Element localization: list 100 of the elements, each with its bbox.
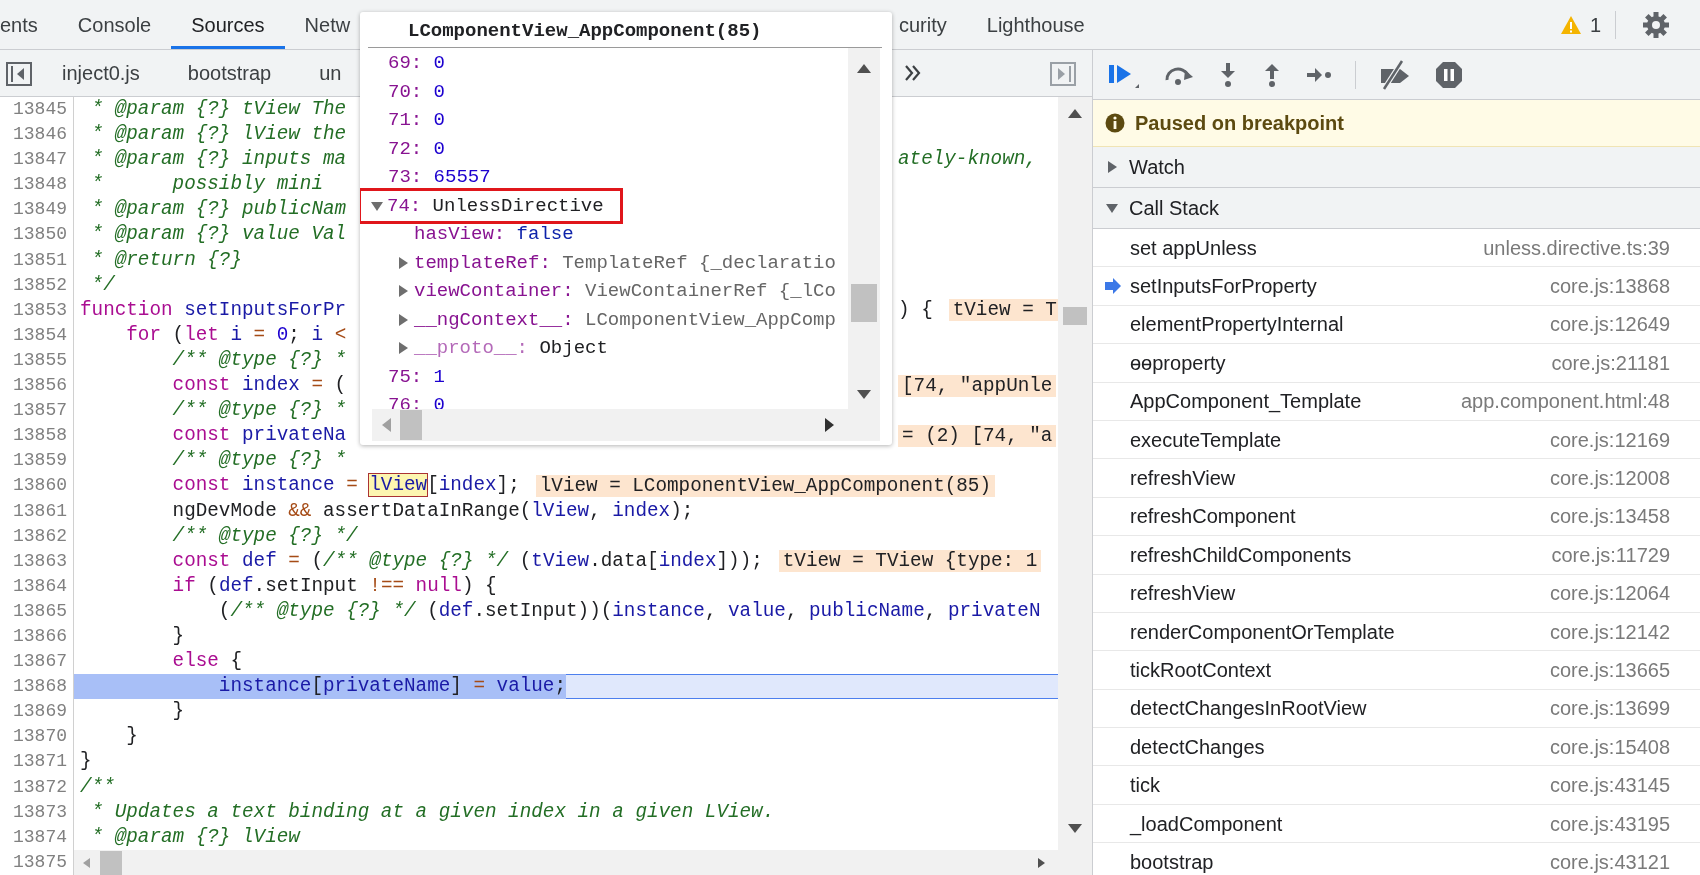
line-number: 13847 xyxy=(12,148,68,172)
vertical-scrollbar[interactable] xyxy=(848,48,880,409)
frame-name: _loadComponent xyxy=(1130,811,1283,838)
code-line: } xyxy=(80,749,92,775)
sidebar-toggle-icon[interactable] xyxy=(1050,62,1076,86)
settings-icon[interactable] xyxy=(1642,11,1670,39)
code-line: /** @type {?} */ xyxy=(171,523,358,549)
code-line: /** @type {?} * xyxy=(171,398,347,424)
code-line: * @param {?} tView The xyxy=(90,97,347,122)
line-number: 13868 xyxy=(12,675,68,699)
line-number: 13855 xyxy=(12,348,68,372)
code-line: * possibly mini xyxy=(90,172,323,198)
property-value: false xyxy=(516,222,574,247)
frame-name: bootstrap xyxy=(1130,849,1214,875)
scroll-down-arrow-icon[interactable] xyxy=(1067,823,1083,835)
line-number: 13870 xyxy=(12,725,68,749)
pause-on-exceptions-icon[interactable] xyxy=(1434,59,1464,90)
more-tabs-icon[interactable] xyxy=(904,64,922,82)
line-number: 13867 xyxy=(12,650,68,674)
line-number: 13846 xyxy=(12,123,68,147)
scroll-down-arrow-icon[interactable] xyxy=(856,389,872,401)
line-number: 13848 xyxy=(12,173,68,197)
frame-location[interactable]: core.js:12169 xyxy=(1549,424,1670,455)
frame-location[interactable]: core.js:21181 xyxy=(1551,347,1670,378)
frame-location[interactable]: app.component.html:48 xyxy=(1460,386,1670,417)
line-number: 13863 xyxy=(12,549,68,573)
code-line: ately-known, xyxy=(898,147,1037,173)
property-value: 0 xyxy=(433,51,445,76)
property-key: 72: xyxy=(388,134,423,163)
line-number: 13853 xyxy=(12,298,68,322)
property-value: TemplateRef {_declaratio xyxy=(562,250,836,276)
scroll-up-arrow-icon[interactable] xyxy=(1067,107,1083,119)
expand-triangle-icon[interactable] xyxy=(398,342,410,355)
scroll-right-arrow-icon[interactable] xyxy=(824,417,836,433)
line-number: 13874 xyxy=(12,825,68,849)
file-tab[interactable]: un xyxy=(295,50,342,96)
frame-location[interactable]: core.js:12064 xyxy=(1549,578,1670,609)
vertical-scrollbar[interactable] xyxy=(1058,97,1092,875)
panel-tab[interactable]: curity xyxy=(899,0,967,49)
frame-location[interactable]: core.js:11729 xyxy=(1551,539,1670,570)
expand-triangle-icon[interactable] xyxy=(398,285,410,298)
property-value: 1 xyxy=(433,364,445,390)
frame-location[interactable]: core.js:13458 xyxy=(1549,501,1670,532)
collapse-triangle-icon[interactable] xyxy=(371,199,383,212)
frame-location[interactable]: core.js:12008 xyxy=(1549,463,1670,494)
file-tab[interactable]: inject0.js xyxy=(38,50,164,96)
frame-location[interactable]: core.js:43121 xyxy=(1549,846,1670,875)
panel-tab[interactable]: ents xyxy=(0,0,58,49)
inline-value: = (2) [74, "a xyxy=(898,424,1057,447)
section-header[interactable]: Call Stack xyxy=(1093,188,1700,229)
code-line: * @param {?} lView xyxy=(90,824,300,850)
frame-location[interactable]: core.js:43145 xyxy=(1549,770,1670,801)
inline-value: [74, "appUnle xyxy=(898,374,1057,397)
frame-location[interactable]: core.js:15408 xyxy=(1549,731,1670,762)
line-number: 13869 xyxy=(12,700,68,724)
warning-count[interactable]: 1 xyxy=(1589,9,1601,40)
code-line: else { xyxy=(171,649,242,675)
section-header[interactable]: Watch xyxy=(1093,147,1700,188)
line-number: 13859 xyxy=(12,449,68,473)
panel-tab[interactable]: Console xyxy=(57,0,172,49)
frame-location[interactable]: core.js:13868 xyxy=(1549,271,1670,302)
inline-value: tView = T xyxy=(948,299,1061,322)
frame-location[interactable]: core.js:12142 xyxy=(1549,616,1670,647)
code-line: * @param {?} publicNam xyxy=(90,197,347,223)
frame-location[interactable]: unless.directive.ts:39 xyxy=(1483,232,1670,263)
code-line: ) { xyxy=(898,297,933,323)
frame-name: executeTemplate xyxy=(1130,427,1282,453)
frame-name: renderComponentOrTemplate xyxy=(1130,619,1395,645)
frame-name: refreshView xyxy=(1130,466,1236,492)
sidebar-toggle-icon[interactable] xyxy=(6,62,32,86)
code-line: /** xyxy=(80,774,115,800)
scrollbar-thumb[interactable] xyxy=(1063,307,1087,325)
current-frame-arrow-icon xyxy=(1105,278,1121,295)
file-tab[interactable]: bootstrap xyxy=(163,50,296,96)
line-number: 13875 xyxy=(12,850,68,874)
expand-triangle-icon[interactable] xyxy=(398,313,410,326)
frame-name: tick xyxy=(1130,773,1160,799)
line-number: 13861 xyxy=(12,499,68,523)
property-value: UnlessDirective xyxy=(432,193,604,219)
horizontal-scrollbar[interactable] xyxy=(372,409,880,441)
scrollbar-thumb[interactable] xyxy=(100,850,122,875)
frame-name: detectChanges xyxy=(1130,734,1265,760)
line-number: 13856 xyxy=(12,374,68,398)
scroll-up-arrow-icon[interactable] xyxy=(856,62,872,74)
code-line: const instance = lView[index]; xyxy=(171,473,520,499)
property-value: 0 xyxy=(433,79,445,105)
frame-location[interactable]: core.js:13665 xyxy=(1549,655,1670,685)
frame-location[interactable]: core.js:12649 xyxy=(1549,309,1670,340)
inline-value: tView = TView {type: 1 xyxy=(778,550,1042,573)
expand-triangle-icon[interactable] xyxy=(398,256,410,269)
frame-location[interactable]: core.js:13699 xyxy=(1549,693,1670,724)
panel-tab[interactable]: Lighthouse xyxy=(966,0,1105,49)
property-value: 0 xyxy=(433,108,445,133)
panel-tab[interactable]: Netw xyxy=(284,0,371,49)
scrollbar-thumb[interactable] xyxy=(851,284,877,322)
frame-location[interactable]: core.js:43195 xyxy=(1549,808,1670,839)
code-line: if (def.setInput !== null) { xyxy=(171,573,497,599)
scrollbar-thumb[interactable] xyxy=(400,410,422,440)
horizontal-scrollbar[interactable] xyxy=(74,850,1058,875)
code-line: * @param {?} value Val xyxy=(90,222,347,248)
